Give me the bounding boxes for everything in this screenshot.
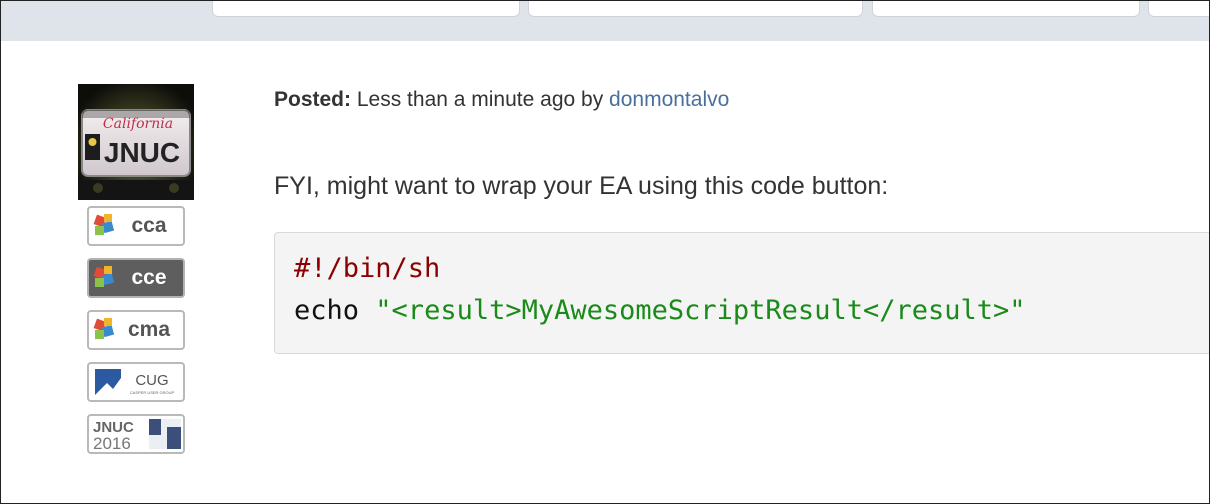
jamf-logo-icon: [93, 318, 115, 339]
nav-tab[interactable]: [212, 1, 520, 17]
badge-year-text: 2016: [93, 434, 131, 452]
badge-jnuc-2016: JNUC 2016: [87, 414, 185, 454]
posted-label: Posted:: [274, 88, 352, 111]
plate-state-text: California: [103, 116, 173, 132]
top-navigation-bar: [1, 1, 1210, 41]
code-line-shebang: #!/bin/sh: [294, 253, 441, 284]
code-line-echo: echo "<result>MyAwesomeScriptResult</res…: [294, 295, 1026, 326]
badge-cug: CUG CASPER USER GROUP: [87, 362, 185, 402]
jnuc-logo-icon: [149, 419, 181, 449]
code-echo-command: echo: [294, 295, 360, 326]
badge-cca-text: cca: [131, 214, 166, 237]
badge-cug-subtext: CASPER USER GROUP: [130, 390, 175, 395]
badge-cma-text: cma: [128, 318, 170, 341]
code-string-literal: "<result>MyAwesomeScriptResult</result>": [375, 295, 1026, 326]
badge-cce-text: cce: [131, 266, 166, 289]
author-link[interactable]: donmontalvo: [609, 88, 729, 111]
badge-cma: cma: [87, 310, 185, 350]
badge-cug-text: CUG: [135, 372, 168, 389]
badge-cce: cce: [87, 258, 185, 298]
jamf-logo-icon: [93, 266, 115, 287]
avatar-license-plate-image: California JNUC: [78, 84, 194, 200]
post-time: Less than a minute ago by: [356, 88, 604, 111]
nav-tab[interactable]: [872, 1, 1140, 17]
badge-cca: cca: [87, 206, 185, 246]
post-meta: Posted: Less than a minute ago by donmon…: [274, 88, 729, 112]
nav-tab[interactable]: [1148, 1, 1210, 17]
plate-number-text: JNUC: [104, 137, 180, 168]
post-message: FYI, might want to wrap your EA using th…: [274, 172, 889, 200]
code-block: #!/bin/sh echo "<result>MyAwesomeScriptR…: [274, 232, 1210, 354]
cug-logo-icon: [95, 369, 121, 395]
user-avatar[interactable]: California JNUC: [78, 84, 194, 200]
nav-tab[interactable]: [528, 1, 863, 17]
jamf-logo-icon: [93, 214, 115, 235]
